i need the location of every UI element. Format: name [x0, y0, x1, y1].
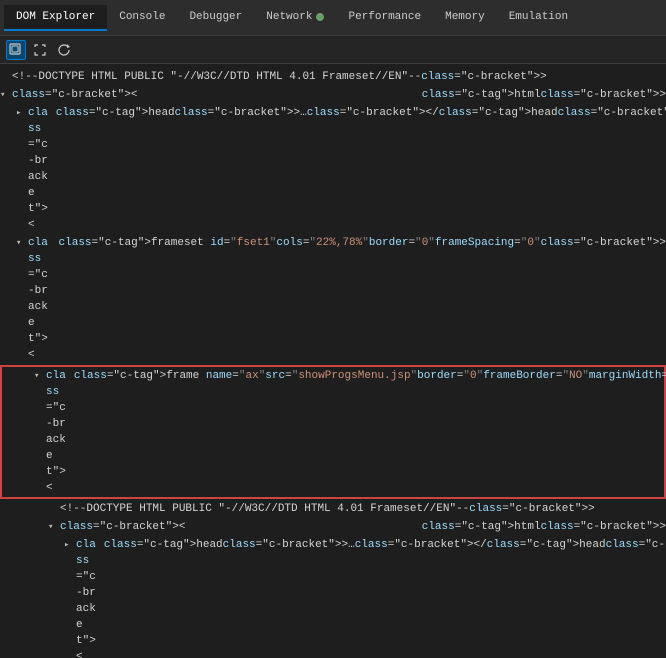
indent-spacer: [2, 368, 18, 384]
refresh-dom-button[interactable]: [54, 40, 74, 60]
screenshot-icon: [33, 43, 47, 57]
indent-spacer: [0, 105, 16, 121]
cursor-icon: [9, 43, 23, 57]
tree-triangle-open[interactable]: [48, 519, 60, 535]
tab-performance[interactable]: Performance: [336, 5, 433, 31]
network-label: Network: [266, 11, 312, 23]
screenshot-button[interactable]: [30, 40, 50, 60]
tab-console[interactable]: Console: [107, 5, 177, 31]
indent-spacer: [16, 537, 32, 553]
tree-no-triangle: [0, 69, 12, 85]
indent-spacer: [32, 519, 48, 535]
tree-line[interactable]: <!--DOCTYPE HTML PUBLIC "-//W3C//DTD HTM…: [0, 500, 666, 518]
indent-spacer: [18, 368, 34, 384]
tree-triangle-open[interactable]: [16, 235, 28, 251]
line-content: <!--DOCTYPE HTML PUBLIC "-//W3C//DTD HTM…: [60, 501, 666, 517]
tree-triangle-open[interactable]: [34, 368, 46, 384]
tab-emulation[interactable]: Emulation: [497, 5, 580, 31]
line-content: class="c-bracket"><: [60, 519, 422, 535]
secondary-toolbar: [0, 36, 666, 64]
tab-debugger[interactable]: Debugger: [177, 5, 254, 31]
line-content: class="c-bracket"><: [28, 235, 59, 363]
tree-triangle-closed[interactable]: [16, 105, 28, 121]
tree-line[interactable]: class="c-bracket"><class="c-tag">htmlcla…: [0, 86, 666, 104]
line-content: class="c-bracket"><: [76, 537, 104, 658]
indent-spacer: [0, 235, 16, 251]
tab-dom-explorer[interactable]: DOM Explorer: [4, 5, 107, 31]
tree-line[interactable]: class="c-bracket"><class="c-tag">headcla…: [0, 104, 666, 234]
tree-triangle-closed[interactable]: [64, 537, 76, 553]
indent-spacer: [32, 501, 48, 517]
tree-triangle-open[interactable]: [0, 87, 12, 103]
indent-spacer: [16, 519, 32, 535]
line-content: class="c-bracket"><: [46, 368, 74, 496]
indent-spacer: [0, 501, 16, 517]
line-content: <!--DOCTYPE HTML PUBLIC "-//W3C//DTD HTM…: [12, 69, 666, 85]
dom-tree: <!--DOCTYPE HTML PUBLIC "-//W3C//DTD HTM…: [0, 64, 666, 658]
tab-network[interactable]: Network: [254, 5, 336, 31]
refresh-icon: [57, 43, 71, 57]
line-content: class="c-bracket"><: [28, 105, 56, 233]
tree-line[interactable]: class="c-bracket"><class="c-tag">htmlcla…: [0, 518, 666, 536]
line-content: class="c-bracket"><: [12, 87, 422, 103]
indent-spacer: [48, 537, 64, 553]
select-element-button[interactable]: [6, 40, 26, 60]
tree-line[interactable]: class="c-bracket"><class="c-tag">frame n…: [0, 365, 666, 499]
indent-spacer: [0, 519, 16, 535]
main-toolbar: MainMenuApp - F12 Developer Tools DOM Ex…: [0, 0, 666, 36]
indent-spacer: [0, 537, 16, 553]
network-record-dot: [316, 13, 324, 21]
tree-no-triangle: [48, 501, 60, 517]
tree-line[interactable]: class="c-bracket"><class="c-tag">headcla…: [0, 536, 666, 658]
indent-spacer: [16, 501, 32, 517]
tree-line[interactable]: <!--DOCTYPE HTML PUBLIC "-//W3C//DTD HTM…: [0, 68, 666, 86]
tree-line[interactable]: class="c-bracket"><class="c-tag">framese…: [0, 234, 666, 364]
tab-memory[interactable]: Memory: [433, 5, 497, 31]
indent-spacer: [32, 537, 48, 553]
